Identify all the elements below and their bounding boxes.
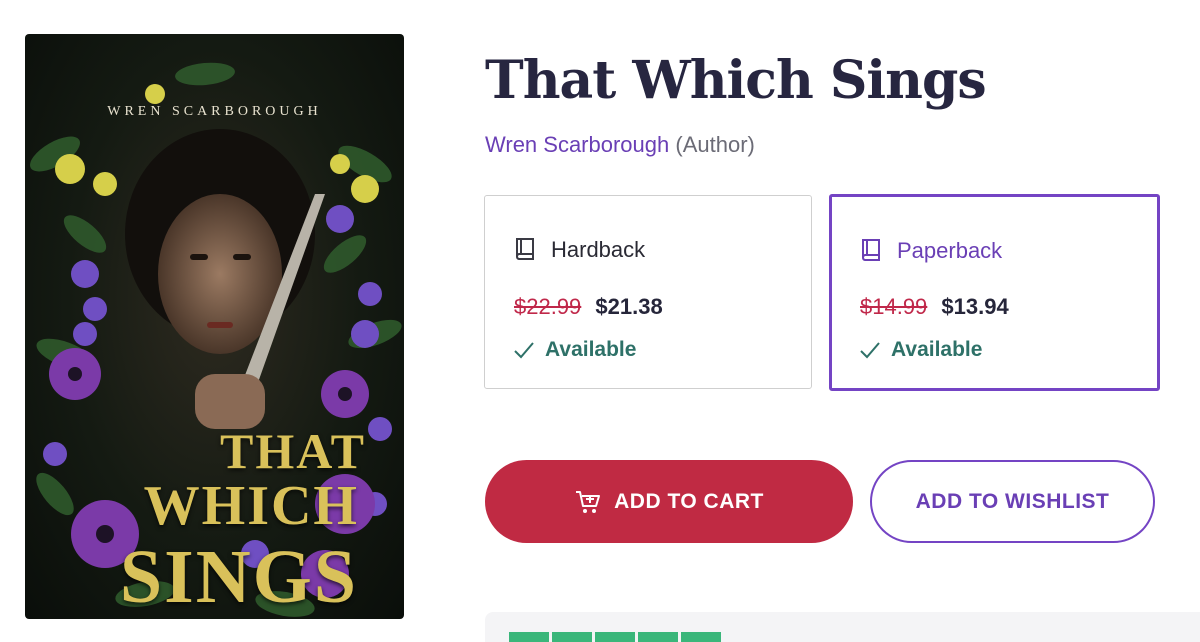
author-line: Wren Scarborough (Author) xyxy=(485,132,755,158)
rating-star-box xyxy=(552,632,592,642)
price-row: $14.99 $13.94 xyxy=(860,294,1009,320)
price-row: $22.99 $21.38 xyxy=(514,294,663,320)
add-to-cart-button[interactable]: ADD TO CART xyxy=(485,460,853,543)
availability-status: Available xyxy=(513,338,636,362)
cart-icon xyxy=(576,490,601,513)
page-title: That Which Sings xyxy=(485,50,987,111)
availability-label: Available xyxy=(891,338,983,361)
author-role: (Author) xyxy=(675,132,755,157)
cover-title-line: WHICH xyxy=(143,475,359,537)
book-icon xyxy=(862,239,880,261)
checkmark-icon xyxy=(860,342,880,359)
format-option-hardback[interactable]: Hardback $22.99 $21.38 Available xyxy=(484,195,812,389)
availability-status: Available xyxy=(859,338,982,362)
cover-title-line: THAT xyxy=(220,423,366,479)
author-link[interactable]: Wren Scarborough xyxy=(485,132,669,157)
format-header: Hardback xyxy=(513,236,645,264)
checkmark-icon xyxy=(514,342,534,359)
add-to-wishlist-label: ADD TO WISHLIST xyxy=(915,489,1110,513)
add-to-wishlist-button[interactable]: ADD TO WISHLIST xyxy=(870,460,1155,543)
format-name: Hardback xyxy=(551,237,646,262)
book-icon xyxy=(516,238,534,260)
book-cover-image[interactable]: WREN SCARBOROUGH THAT WHICH SINGS xyxy=(25,34,404,619)
format-name: Paperback xyxy=(897,238,1003,263)
format-option-paperback[interactable]: Paperback $14.99 $13.94 Available xyxy=(829,194,1160,391)
add-to-cart-label: ADD TO CART xyxy=(614,489,764,513)
format-header: Paperback xyxy=(859,237,1002,265)
cover-title-line: SINGS xyxy=(119,535,358,619)
reviews-panel xyxy=(485,612,1200,642)
rating-star-box xyxy=(509,632,549,642)
rating-star-box xyxy=(681,632,721,642)
rating-star-box xyxy=(638,632,678,642)
sale-price: $13.94 xyxy=(941,294,1009,319)
availability-label: Available xyxy=(545,338,637,361)
cover-author-text: WREN SCARBOROUGH xyxy=(107,104,322,119)
original-price: $14.99 xyxy=(860,294,928,319)
sale-price: $21.38 xyxy=(595,294,663,319)
original-price: $22.99 xyxy=(514,294,582,319)
rating-star-box xyxy=(595,632,635,642)
